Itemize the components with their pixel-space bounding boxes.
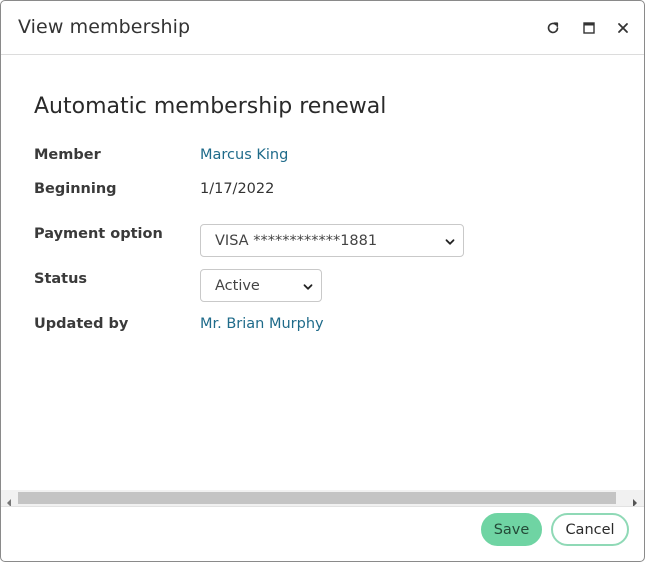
- title-bar: View membership: [1, 1, 644, 55]
- payment-option-select[interactable]: VISA ************1881: [200, 224, 464, 257]
- page-heading: Automatic membership renewal: [34, 94, 387, 119]
- cancel-button[interactable]: Cancel: [551, 513, 629, 546]
- maximize-icon[interactable]: [580, 19, 598, 37]
- chevron-down-icon: [445, 235, 455, 251]
- status-label: Status: [34, 271, 88, 287]
- beginning-label: Beginning: [34, 181, 117, 197]
- member-label: Member: [34, 147, 101, 163]
- dialog-title: View membership: [18, 16, 191, 38]
- payment-option-selected: VISA ************1881: [215, 232, 378, 249]
- refresh-icon[interactable]: [544, 19, 562, 37]
- dialog-content: Automatic membership renewal Member Marc…: [1, 56, 644, 490]
- scrollbar-thumb[interactable]: [18, 492, 616, 504]
- chevron-down-icon: [303, 280, 313, 296]
- status-select[interactable]: Active: [200, 269, 322, 302]
- dialog-footer: Save Cancel: [1, 506, 644, 561]
- horizontal-scrollbar[interactable]: [1, 490, 644, 507]
- close-icon[interactable]: [614, 19, 632, 37]
- beginning-value: 1/17/2022: [200, 181, 275, 197]
- save-button[interactable]: Save: [481, 513, 542, 546]
- member-link[interactable]: Marcus King: [200, 147, 288, 163]
- updated-by-label: Updated by: [34, 316, 129, 332]
- updated-by-link[interactable]: Mr. Brian Murphy: [200, 316, 324, 332]
- payment-option-label: Payment option: [34, 226, 163, 242]
- membership-dialog: View membership Automatic membership ren…: [0, 0, 645, 562]
- status-selected: Active: [215, 277, 260, 294]
